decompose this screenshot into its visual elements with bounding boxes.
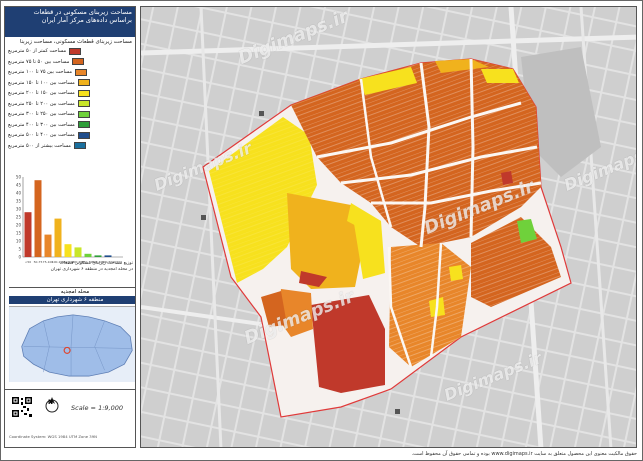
histogram-caption-line2: در محله امجدیه در منطقه ۶ شهرداری تهران: [50, 267, 133, 272]
y-tick-label: 15: [16, 231, 22, 236]
y-tick-label: 10: [16, 239, 22, 244]
legend-label: مساحت بیشتر از ۵۰۰ مترمربع: [8, 142, 71, 149]
legend-swatch: [77, 131, 90, 139]
legend-swatch: [77, 110, 90, 118]
legend-item: مساحت کمتر از ۵۰ مترمربع: [8, 46, 132, 57]
projection-note: Coordinate System: WGS 1984 UTM Zone 39N: [9, 434, 97, 439]
map-canvas: [141, 7, 636, 447]
legend-label: مساحت بین ۲۰۰ تا ۲۵۰ مترمربع: [8, 100, 75, 107]
legend-label: مساحت بین ۷۵ تا ۱۰۰ مترمربع: [8, 69, 73, 76]
map-title-line2: براساس داده‌های مرکز آمار ایران: [41, 16, 132, 24]
legend-item: مساحت بین ۴۰۰ تا ۵۰۰ مترمربع: [8, 130, 132, 141]
legend-swatch: [77, 121, 90, 129]
legend-swatch: [72, 58, 85, 66]
legend-item: مساحت بین ۲۰۰ تا ۲۵۰ مترمربع: [8, 99, 132, 110]
y-tick-label: 25: [16, 215, 22, 220]
info-panel: N Scale = 1:9,000 Coordinate System: WGS…: [5, 389, 135, 446]
histogram-bar: [24, 212, 32, 257]
y-tick-label: 0: [18, 255, 21, 260]
qr-code-icon: [11, 396, 33, 418]
legend-swatch: [77, 100, 90, 108]
histogram-bar: [34, 180, 42, 257]
y-tick-label: 45: [16, 183, 22, 188]
y-tick-label: 50: [16, 175, 22, 180]
y-tick-label: 30: [16, 207, 22, 212]
scale-label: Scale = 1:9,000: [71, 404, 123, 412]
histogram-bar: [94, 255, 102, 257]
histogram-chart: 05101520253035404550<50 50-75 75-100100-15…: [16, 175, 123, 264]
y-tick-label: 35: [16, 199, 22, 204]
legend-item: مساحت بین ۱۵۰ تا ۲۰۰ مترمربع: [8, 88, 132, 99]
legend-item: مساحت بین ۳۰۰ تا ۴۰۰ مترمربع: [8, 120, 132, 131]
legend-item: مساحت بین ۲۵۰ تا ۳۰۰ مترمربع: [8, 109, 132, 120]
map-title: مساحت زیربنای مسکونی در قطعات براساس داد…: [5, 7, 135, 37]
histogram-bar: [54, 218, 62, 257]
legend-swatch: [77, 79, 90, 87]
legend-swatch: [73, 142, 86, 150]
histogram-bar: [104, 255, 112, 257]
legend-item: مساحت بین ۷۵ تا ۱۰۰ مترمربع: [8, 67, 132, 78]
legend-swatch: [75, 68, 88, 76]
legend-list: مساحت کمتر از ۵۰ مترمربع مساحت بین ۵۰ تا …: [5, 45, 135, 152]
y-tick-label: 5: [18, 247, 21, 252]
legend-swatch: [69, 47, 82, 55]
histogram-bar: [84, 253, 92, 257]
map-title-line1: مساحت زیربنای مسکونی در قطعات: [33, 8, 132, 16]
north-label: N: [48, 399, 54, 406]
legend-panel: مساحت زیربنای مسکونی در قطعات براساس داد…: [4, 6, 136, 448]
y-tick-label: 20: [16, 223, 22, 228]
legend-item: مساحت بین ۵۰ تا ۷۵ مترمربع: [8, 57, 132, 68]
legend-label: مساحت بین ۱۵۰ تا ۲۰۰ مترمربع: [8, 90, 75, 97]
legend-label: مساحت بین ۴۰۰ تا ۵۰۰ مترمربع: [8, 132, 75, 139]
histogram-bar: [44, 234, 52, 257]
histogram-bar: [74, 247, 82, 257]
legend-label: مساحت بین ۱۰۰ تا ۱۵۰ مترمربع: [8, 79, 75, 86]
y-tick-label: 40: [16, 191, 22, 196]
location-inset-map: [9, 306, 135, 382]
legend-subtitle: مساحت زیربنای قطعات مسکونی، مساحت زیربنا: [19, 39, 132, 45]
district-name: منطقه ۶ شهرداری تهران: [9, 296, 135, 304]
main-map[interactable]: Digimaps.ir Digimaps.ir Digimaps.ir Digi…: [140, 6, 637, 448]
legend-label: مساحت بین ۵۰ تا ۷۵ مترمربع: [8, 58, 70, 65]
legend-label: مساحت بین ۲۵۰ تا ۳۰۰ مترمربع: [8, 111, 75, 118]
legend-label: مساحت کمتر از ۵۰ مترمربع: [8, 48, 67, 55]
copyright-footer: حقوق مالکیت معنوی این محصول متعلق به سای…: [411, 451, 637, 457]
legend-item: مساحت بین ۱۰۰ تا ۱۵۰ مترمربع: [8, 78, 132, 89]
legend-item: مساحت بیشتر از ۵۰۰ مترمربع: [8, 141, 132, 152]
legend-swatch: [77, 89, 90, 97]
location-panel: محله امجدیه منطقه ۶ شهرداری تهران: [9, 287, 135, 382]
legend-label: مساحت بین ۳۰۰ تا ۴۰۰ مترمربع: [8, 121, 75, 128]
histogram-caption: توزیع مساحت زیربنای مسکونی قطعات در محله…: [9, 261, 133, 273]
neighbourhood-name: محله امجدیه: [60, 289, 90, 295]
histogram-bar: [64, 244, 72, 257]
